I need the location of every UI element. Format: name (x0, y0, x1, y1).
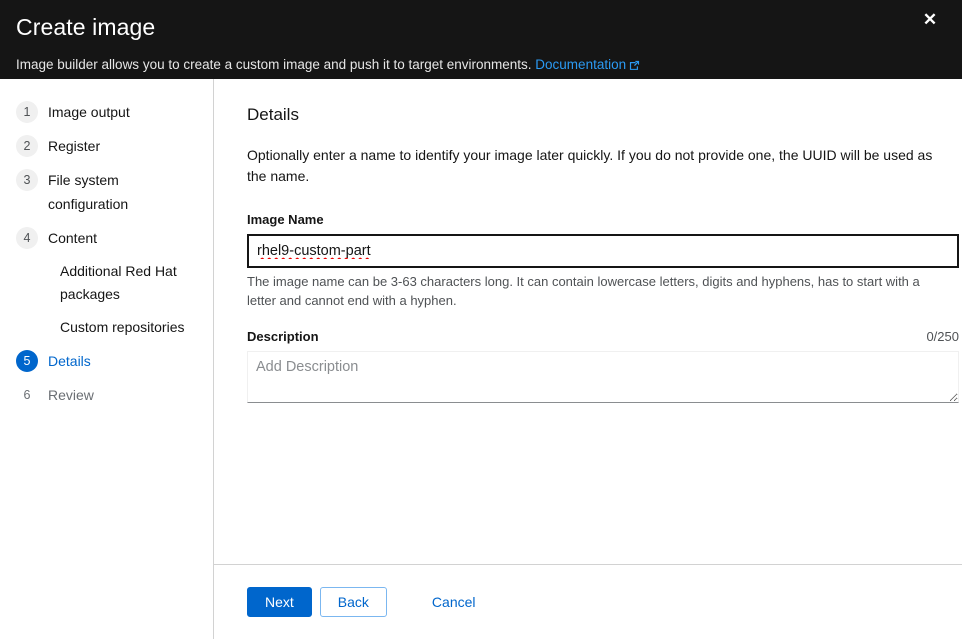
page-title: Create image (16, 14, 156, 40)
section-description: Optionally enter a name to identify your… (247, 147, 933, 184)
sidebar-item-label: Review (48, 387, 94, 403)
image-name-input[interactable] (247, 234, 959, 268)
sidebar-item-register[interactable]: 2 Register (0, 129, 213, 163)
step-number: 3 (16, 169, 38, 191)
image-name-field-group: Image Name The image name can be 3-63 ch… (247, 211, 959, 310)
sidebar-subitem-label: Additional Red Hat packages (60, 263, 177, 302)
wizard-body: 1 Image output 2 Register 3 File system … (0, 79, 962, 639)
description-field-group: Description 0/250 (247, 328, 959, 403)
description-label-row: Description 0/250 (247, 328, 959, 351)
cancel-button[interactable]: Cancel (415, 587, 493, 617)
documentation-link[interactable]: Documentation (535, 57, 640, 72)
sidebar-item-details[interactable]: 5 Details (0, 344, 213, 378)
step-number: 6 (23, 388, 31, 402)
close-icon[interactable]: ✕ (912, 2, 948, 38)
sidebar-item-review[interactable]: 6 Review (0, 378, 213, 412)
documentation-link-label: Documentation (535, 57, 627, 72)
sidebar-item-content[interactable]: 4 Content (0, 221, 213, 255)
image-name-label: Image Name (247, 212, 324, 227)
sidebar-subitem-label: Custom repositories (60, 319, 185, 335)
sidebar-item-image-output[interactable]: 1 Image output (0, 95, 213, 129)
image-name-hint: The image name can be 3-63 characters lo… (247, 274, 920, 308)
create-image-wizard: Create image Image builder allows you to… (0, 0, 962, 639)
sidebar-item-custom-repositories[interactable]: Custom repositories (0, 311, 213, 344)
sidebar-item-file-system-configuration[interactable]: 3 File system configuration (0, 163, 213, 221)
description-char-counter: 0/250 (926, 329, 959, 344)
sidebar-item-label: Register (48, 138, 101, 154)
details-step-content: Details Optionally enter a name to ident… (214, 79, 962, 564)
wizard-main: Details Optionally enter a name to ident… (214, 79, 962, 639)
description-textarea[interactable] (247, 351, 959, 403)
sidebar-item-label: Content (48, 230, 98, 246)
sidebar-item-label: Image output (48, 104, 130, 120)
sidebar-item-label: File system configuration (48, 172, 129, 212)
wizard-step-nav: 1 Image output 2 Register 3 File system … (0, 79, 214, 639)
step-number: 4 (16, 227, 38, 249)
back-button[interactable]: Back (319, 587, 387, 617)
external-link-icon (629, 57, 640, 77)
wizard-header: Create image Image builder allows you to… (0, 0, 962, 79)
next-button[interactable]: Next (247, 587, 312, 617)
step-number: 5 (16, 350, 38, 372)
step-number: 2 (16, 135, 38, 157)
step-number: 1 (16, 101, 38, 123)
sidebar-item-label: Details (48, 353, 91, 369)
section-title: Details (247, 105, 299, 124)
wizard-description: Image builder allows you to create a cus… (16, 55, 938, 77)
wizard-description-text: Image builder allows you to create a cus… (16, 57, 532, 72)
description-label: Description (247, 329, 319, 344)
sidebar-item-additional-red-hat-packages[interactable]: Additional Red Hat packages (0, 255, 213, 311)
wizard-footer: Next Back Cancel (214, 564, 962, 639)
